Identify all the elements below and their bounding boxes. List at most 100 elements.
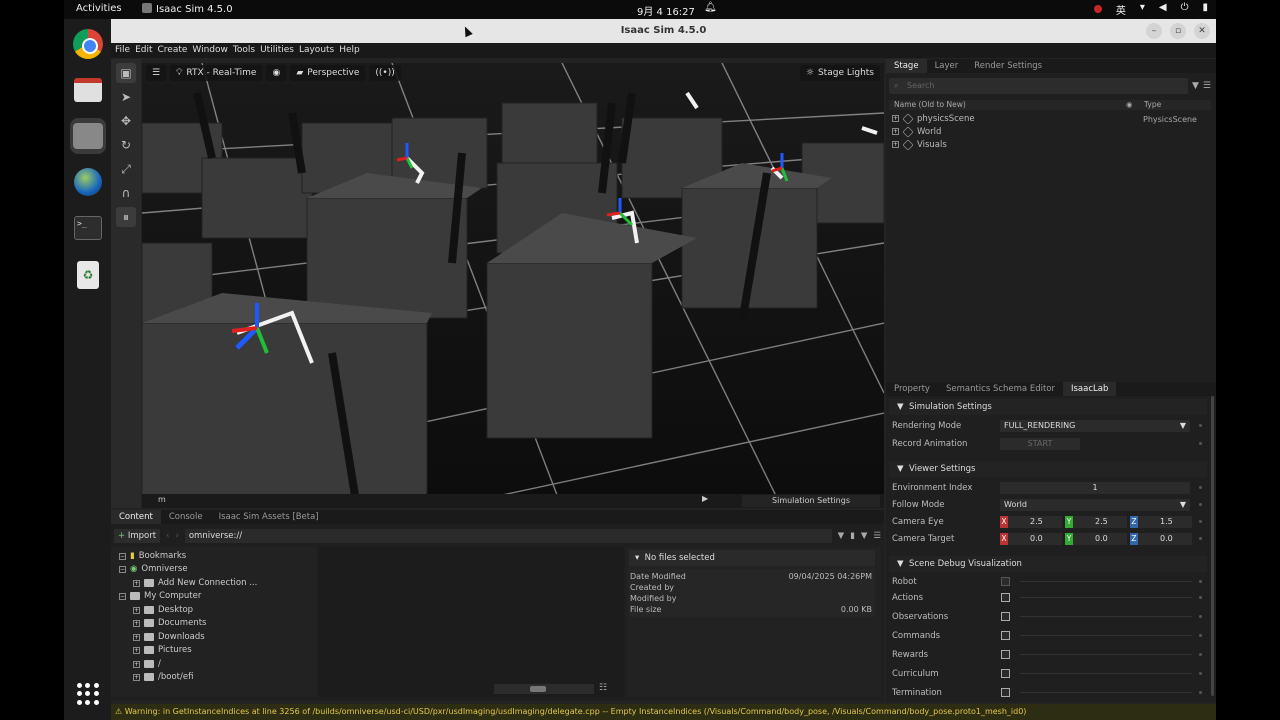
camera-eye-z-field[interactable]: Z 1.5	[1130, 516, 1192, 528]
debug-observations-checkbox[interactable]	[1001, 612, 1010, 621]
file-grid[interactable]: ☷	[319, 547, 624, 697]
minimize-button[interactable]: –	[1146, 23, 1162, 39]
move-tool-icon[interactable]: ✥	[116, 111, 136, 131]
camera-target-y-field[interactable]: Y 0.0	[1065, 533, 1127, 545]
dock-files[interactable]	[70, 72, 106, 108]
type-column-header[interactable]: Type	[1144, 100, 1161, 109]
menu-create[interactable]: Create	[158, 43, 188, 58]
tab-isaaclab[interactable]: IsaacLab	[1063, 382, 1117, 396]
expand-icon[interactable]: +	[892, 128, 899, 135]
menu-layouts[interactable]: Layouts	[299, 43, 334, 58]
options-icon[interactable]: ☰	[873, 531, 881, 541]
bookmark-icon[interactable]: ▮	[850, 531, 855, 541]
tree-item-desktop[interactable]: + Desktop	[133, 604, 193, 616]
rotate-tool-icon[interactable]: ↻	[116, 135, 136, 155]
system-tray[interactable]: 英 ▾ ◀ ⏻ ▮	[1093, 2, 1208, 17]
tree-item-pictures[interactable]: + Pictures	[133, 644, 192, 656]
follow-mode-dropdown[interactable]: World ▼	[1000, 499, 1190, 511]
camera-target-z-field[interactable]: Z 0.0	[1130, 533, 1192, 545]
camera-target-x-field[interactable]: X 0.0	[1000, 533, 1062, 545]
stage-search-input[interactable]: Search	[889, 78, 1188, 94]
menu-utilities[interactable]: Utilities	[260, 43, 294, 58]
back-icon[interactable]: ‹	[166, 531, 169, 541]
dock-trash[interactable]: ♻	[70, 257, 106, 293]
menu-tools[interactable]: Tools	[233, 43, 255, 58]
visibility-button[interactable]: ◉	[266, 65, 287, 81]
stage-item-physicsscene[interactable]: + physicsScene	[892, 112, 975, 125]
tab-console[interactable]: Console	[161, 510, 211, 524]
tree-item-downloads[interactable]: + Downloads	[133, 631, 205, 643]
menu-window[interactable]: Window	[192, 43, 228, 58]
select-tool-icon[interactable]: ▣	[116, 63, 136, 83]
dock-app[interactable]	[70, 164, 106, 200]
camera-button[interactable]: ▰ Perspective	[290, 65, 366, 81]
tree-item-root[interactable]: + /	[133, 658, 161, 670]
activities-button[interactable]: Activities	[76, 3, 122, 14]
arrow-tool-icon[interactable]: ➤	[116, 87, 136, 107]
menu-file[interactable]: File	[115, 43, 130, 58]
debug-termination-checkbox[interactable]	[1001, 688, 1010, 697]
tree-item-my-computer[interactable]: − My Computer	[119, 590, 201, 602]
import-button[interactable]: + Import	[114, 529, 161, 543]
tab-layer[interactable]: Layer	[927, 59, 967, 73]
expand-icon[interactable]: +	[133, 646, 140, 654]
list-view-icon[interactable]: ☷	[599, 683, 607, 693]
status-bar-warning[interactable]: ⚠ Warning: in GetInstanceIndices at line…	[111, 704, 1216, 720]
snap-tool-icon[interactable]: ∩	[116, 183, 136, 203]
name-column-header[interactable]: Name (Old to New)	[894, 100, 966, 109]
debug-curriculum-checkbox[interactable]	[1001, 669, 1010, 678]
rendering-mode-dropdown[interactable]: FULL_RENDERING ▼	[1000, 420, 1190, 432]
tree-item-omniverse[interactable]: − ◉ Omniverse	[119, 563, 188, 575]
dock-chrome[interactable]	[70, 26, 106, 62]
path-input[interactable]: omniverse://	[184, 529, 832, 543]
tab-semantics-schema-editor[interactable]: Semantics Schema Editor	[938, 382, 1063, 396]
input-method-label[interactable]: 英	[1116, 2, 1126, 17]
close-button[interactable]: ✕	[1194, 23, 1210, 39]
expand-icon[interactable]: +	[133, 633, 140, 641]
camera-eye-y-field[interactable]: Y 2.5	[1065, 516, 1127, 528]
tab-stage[interactable]: Stage	[886, 59, 927, 73]
scene-debug-section[interactable]: ▼ Scene Debug Visualization	[889, 556, 1207, 572]
filter-icon[interactable]: ▼	[1192, 78, 1199, 94]
expand-icon[interactable]: +	[133, 606, 140, 614]
simulation-settings-tab[interactable]: Simulation Settings	[742, 495, 880, 507]
expand-icon[interactable]: +	[133, 660, 140, 668]
options-icon[interactable]: ☰	[1203, 78, 1211, 94]
viewer-settings-section[interactable]: ▼ Viewer Settings	[889, 461, 1207, 477]
window-titlebar[interactable]: Isaac Sim 4.5.0 – ▫ ✕	[111, 19, 1216, 43]
dock-terminal[interactable]: >_	[70, 210, 106, 246]
audio-button[interactable]: ((•))	[369, 65, 401, 81]
tree-item-boot-efi[interactable]: + /boot/efi	[133, 671, 193, 683]
collapse-icon[interactable]: −	[119, 552, 126, 560]
pause-icon[interactable]: ⏸	[116, 207, 136, 227]
app-menu[interactable]: Isaac Sim 4.5.0	[142, 3, 233, 15]
tree-item-add-connection[interactable]: + Add New Connection ...	[133, 577, 257, 589]
file-info-header[interactable]: ▾ No files selected	[629, 550, 875, 566]
clock[interactable]: 9月 4 16:27	[637, 3, 695, 18]
property-scrollbar[interactable]	[1211, 396, 1214, 696]
tab-render-settings[interactable]: Render Settings	[966, 59, 1050, 73]
stage-lights-button[interactable]: ☼ Stage Lights	[799, 65, 880, 81]
expand-icon[interactable]: +	[133, 673, 140, 681]
scale-tool-icon[interactable]: ⤢	[116, 159, 136, 179]
tab-property[interactable]: Property	[886, 382, 938, 396]
tree-item-documents[interactable]: + Documents	[133, 617, 206, 629]
renderer-button[interactable]: 💡︎ RTX - Real-Time	[170, 65, 263, 81]
zoom-slider[interactable]	[494, 684, 594, 694]
record-start-button[interactable]: START	[1000, 438, 1080, 450]
menu-help[interactable]: Help	[339, 43, 360, 58]
tree-item-bookmarks[interactable]: − ▮ Bookmarks	[119, 550, 186, 562]
dock-isaac-sim[interactable]	[70, 118, 106, 154]
camera-eye-x-field[interactable]: X 2.5	[1000, 516, 1062, 528]
debug-rewards-checkbox[interactable]	[1001, 650, 1010, 659]
simulation-settings-section[interactable]: ▼ Simulation Settings	[889, 399, 1207, 415]
debug-actions-checkbox[interactable]	[1001, 593, 1010, 602]
expand-icon[interactable]: +	[133, 619, 140, 627]
environment-index-field[interactable]: 1	[1000, 482, 1190, 494]
viewport-settings-button[interactable]: ☰	[146, 65, 167, 81]
play-icon[interactable]: ▶	[702, 494, 708, 503]
expand-icon[interactable]: +	[892, 115, 899, 122]
debug-robot-checkbox[interactable]	[1001, 577, 1010, 586]
chevron-down-icon[interactable]: ▼	[838, 531, 845, 541]
menu-edit[interactable]: Edit	[135, 43, 152, 58]
